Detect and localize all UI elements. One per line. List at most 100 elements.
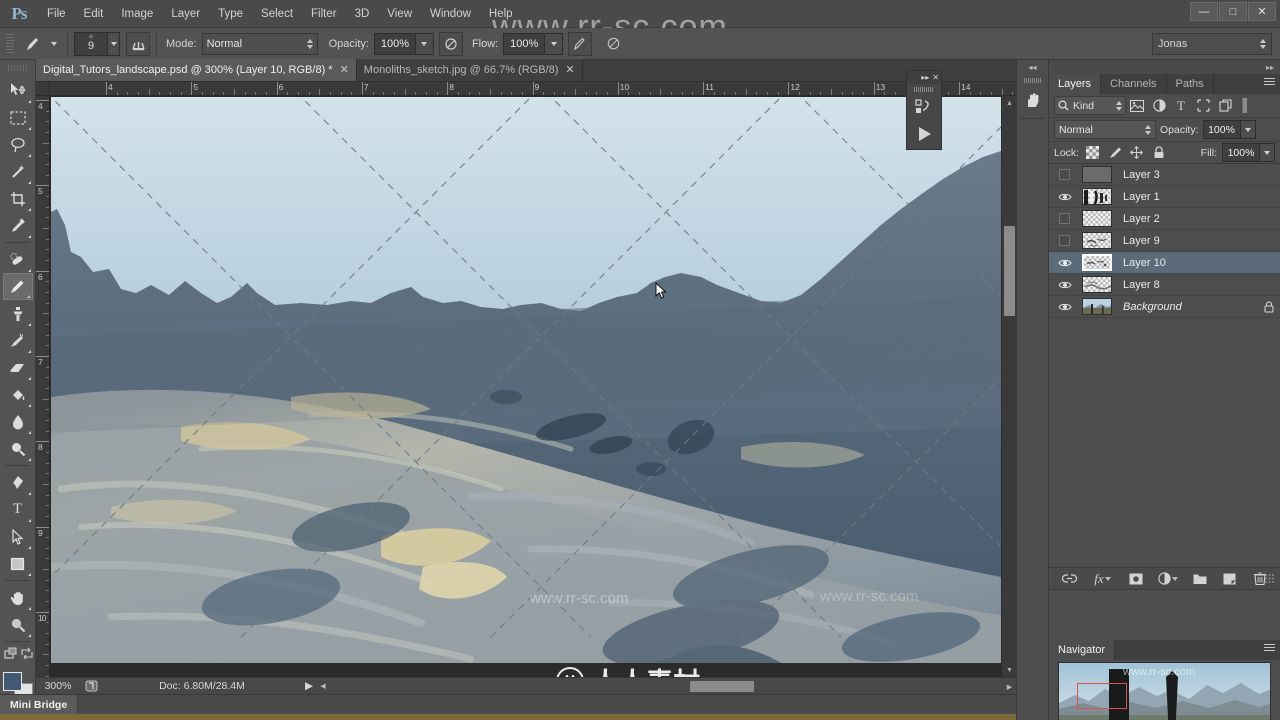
layer-opacity-dropdown-icon[interactable] — [1240, 120, 1256, 139]
shape-filter-icon[interactable] — [1192, 96, 1214, 115]
document-tab-monoliths[interactable]: Monoliths_sketch.jpg @ 66.7% (RGB/8) ✕ — [356, 59, 583, 81]
menu-filter[interactable]: Filter — [302, 0, 346, 28]
menu-view[interactable]: View — [378, 0, 421, 28]
flow-control[interactable]: 100% — [503, 32, 564, 55]
crop-tool[interactable] — [3, 185, 33, 212]
link-layers-icon[interactable] — [1062, 571, 1078, 587]
vertical-ruler[interactable]: 4 5 6 7 8 9 10 — [36, 96, 50, 677]
layer-thumbnail-cell[interactable] — [1077, 254, 1117, 271]
workspace-select[interactable]: Jonas — [1152, 33, 1272, 55]
layer-name[interactable]: Layer 10 — [1117, 257, 1258, 269]
magic-wand-tool[interactable] — [3, 158, 33, 185]
healing-brush-tool[interactable] — [3, 246, 33, 273]
close-button[interactable]: ✕ — [1248, 2, 1276, 21]
brush-preset-icon[interactable] — [19, 33, 47, 55]
pixel-filter-icon[interactable] — [1126, 96, 1148, 115]
actions-floating-panel[interactable]: ▸▸ ✕ — [906, 70, 942, 150]
layer-thumbnail-cell[interactable] — [1077, 210, 1117, 227]
table-row[interactable]: Layer 1 — [1049, 186, 1280, 208]
scroll-left-icon[interactable]: ◂ — [316, 680, 330, 692]
history-brush-tool[interactable] — [3, 327, 33, 354]
layer-visibility-toggle[interactable] — [1052, 192, 1077, 202]
close-icon[interactable]: ✕ — [340, 64, 349, 76]
menu-help[interactable]: Help — [480, 0, 522, 28]
layer-thumbnail-cell[interactable] — [1077, 232, 1117, 249]
actions-play-icon[interactable] — [907, 120, 941, 148]
filter-toggle-icon[interactable] — [1236, 96, 1248, 115]
close-icon[interactable]: ✕ — [932, 73, 939, 82]
add-mask-icon[interactable] — [1128, 571, 1144, 587]
layer-style-fx-icon[interactable]: fx — [1092, 571, 1114, 587]
layer-name[interactable]: Layer 8 — [1117, 279, 1258, 291]
layer-thumbnail[interactable] — [1082, 232, 1112, 249]
marquee-tool[interactable] — [3, 104, 33, 131]
lasso-tool[interactable] — [3, 131, 33, 158]
blur-tool[interactable] — [3, 408, 33, 435]
brush-size-stepper[interactable]: ✳ 9 — [74, 31, 120, 56]
lock-position-icon[interactable] — [1128, 144, 1145, 161]
menu-edit[interactable]: Edit — [75, 0, 113, 28]
paint-bucket-tool[interactable] — [3, 381, 33, 408]
actions-panel-header[interactable]: ▸▸ ✕ — [907, 71, 941, 84]
clone-stamp-tool[interactable] — [3, 300, 33, 327]
toolbar-grip[interactable] — [8, 62, 27, 74]
minimize-button[interactable]: — — [1190, 2, 1218, 21]
menu-select[interactable]: Select — [252, 0, 302, 28]
image-viewport[interactable]: 人人素材 — [51, 97, 1001, 663]
layer-visibility-toggle[interactable] — [1052, 169, 1077, 180]
scroll-up-icon[interactable]: ▲ — [1002, 96, 1017, 110]
zoom-tool[interactable] — [3, 611, 33, 638]
layer-thumbnail[interactable] — [1082, 276, 1112, 293]
document-info-icon[interactable] — [80, 680, 102, 692]
dodge-tool[interactable] — [3, 435, 33, 462]
hand-tool[interactable] — [3, 584, 33, 611]
navigator-view-box[interactable] — [1077, 683, 1127, 709]
layer-visibility-toggle[interactable] — [1052, 280, 1077, 290]
mini-bridge-tab[interactable]: Mini Bridge — [0, 694, 78, 715]
zoom-level[interactable]: 300% — [36, 680, 80, 692]
eye-off-icon[interactable] — [1059, 169, 1070, 180]
tab-layers[interactable]: Layers — [1049, 74, 1102, 94]
blend-mode-select[interactable]: Normal — [201, 32, 318, 55]
menu-layer[interactable]: Layer — [162, 0, 209, 28]
layer-thumbnail[interactable] — [1082, 188, 1112, 205]
opacity-control[interactable]: 100% — [373, 32, 434, 55]
tab-paths[interactable]: Paths — [1166, 74, 1214, 94]
layer-thumbnail-cell[interactable] — [1077, 298, 1117, 315]
horizontal-scrollbar[interactable] — [330, 678, 1016, 695]
ruler-corner[interactable] — [36, 82, 50, 96]
path-selection-tool[interactable] — [3, 523, 33, 550]
layer-thumbnail[interactable] — [1082, 254, 1112, 271]
type-tool[interactable]: T — [3, 496, 33, 523]
scroll-right-icon[interactable]: ▸ — [1007, 678, 1012, 695]
footer-grip[interactable] — [1261, 571, 1277, 587]
menu-file[interactable]: File — [38, 0, 75, 28]
flow-value[interactable]: 100% — [503, 32, 546, 55]
layer-visibility-toggle[interactable] — [1052, 213, 1077, 224]
layer-opacity-value[interactable]: 100% — [1202, 120, 1241, 139]
foreground-color-swatch[interactable] — [2, 672, 22, 691]
table-row[interactable]: Layer 3 — [1049, 164, 1280, 186]
layer-name[interactable]: Layer 1 — [1117, 191, 1258, 203]
horizontal-scroll-thumb[interactable] — [690, 680, 754, 692]
eye-off-icon[interactable] — [1059, 213, 1070, 224]
brush-panel-toggle-icon[interactable] — [126, 31, 150, 56]
layer-thumbnail-cell[interactable] — [1077, 166, 1117, 183]
horizontal-ruler[interactable]: 4 5 6 7 8 9 10 11 12 13 14 — [50, 82, 1016, 96]
flow-dropdown-icon[interactable] — [545, 32, 564, 55]
pressure-size-icon[interactable] — [602, 36, 624, 51]
layer-fill-dropdown-icon[interactable] — [1260, 143, 1275, 162]
layer-visibility-toggle[interactable] — [1052, 302, 1077, 312]
history-brush-icon[interactable] — [1017, 85, 1048, 115]
actions-list-icon[interactable] — [907, 94, 941, 120]
brush-size-dropdown-icon[interactable] — [108, 31, 120, 56]
edit-in-standard-mode-icon[interactable] — [4, 647, 20, 664]
swap-colors-icon[interactable] — [20, 647, 34, 664]
brush-preset-chevron-icon[interactable] — [47, 41, 61, 46]
new-layer-icon[interactable] — [1222, 571, 1238, 587]
options-grip[interactable] — [6, 33, 14, 54]
layer-name[interactable]: Layer 9 — [1117, 235, 1258, 247]
move-tool[interactable] — [3, 77, 33, 104]
new-group-icon[interactable] — [1192, 571, 1208, 587]
table-row[interactable]: Layer 9 — [1049, 230, 1280, 252]
